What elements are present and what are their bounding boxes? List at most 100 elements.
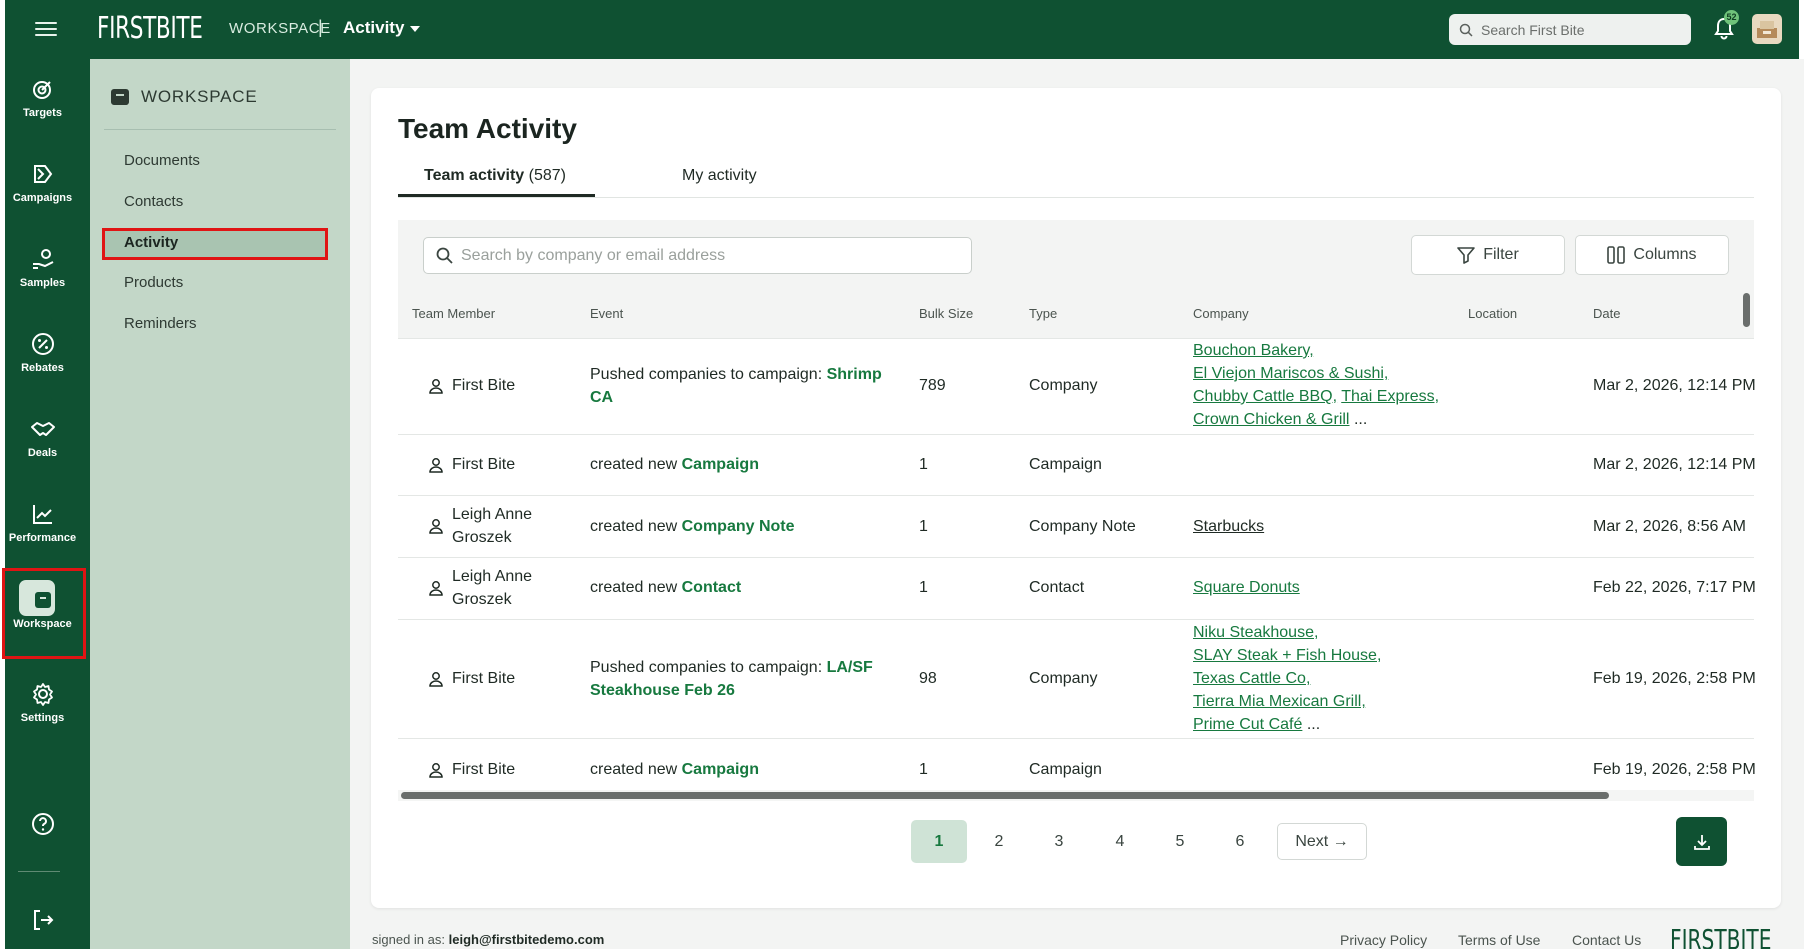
nav-deals-label: Deals bbox=[27, 447, 58, 459]
global-search-input[interactable] bbox=[1481, 21, 1681, 38]
menu-icon[interactable] bbox=[35, 18, 57, 40]
columns-button[interactable]: Columns bbox=[1575, 235, 1729, 275]
row-divider bbox=[398, 738, 1754, 739]
event-link[interactable]: Contact bbox=[682, 579, 742, 596]
help-button[interactable] bbox=[0, 810, 85, 838]
nav-targets[interactable]: Targets bbox=[0, 75, 85, 119]
page-button-3[interactable]: 3 bbox=[1031, 820, 1087, 863]
nav-rebates-label: Rebates bbox=[21, 362, 64, 374]
sidebar-item-documents[interactable]: Documents bbox=[124, 152, 200, 169]
download-button[interactable] bbox=[1676, 817, 1727, 866]
nav-campaigns-label: Campaigns bbox=[12, 192, 73, 204]
app-logo[interactable]: FIRSTBITE bbox=[97, 11, 203, 46]
event-text: created new Company Note bbox=[590, 515, 795, 538]
page-button-1[interactable]: 1 bbox=[911, 820, 967, 863]
company-link[interactable]: Prime Cut Café bbox=[1193, 716, 1302, 733]
type: Company bbox=[1029, 670, 1098, 687]
company-link[interactable]: SLAY Steak + Fish House, bbox=[1193, 647, 1381, 664]
columns-button-label: Columns bbox=[1633, 246, 1697, 263]
filter-button[interactable]: Filter bbox=[1411, 235, 1565, 275]
bulk-size: 98 bbox=[919, 670, 937, 687]
nav-performance[interactable]: Performance bbox=[0, 500, 85, 544]
company-link[interactable]: El Viejon Mariscos & Sushi, bbox=[1193, 365, 1388, 382]
profile-image-icon bbox=[1757, 21, 1777, 38]
filter-button-label: Filter bbox=[1483, 246, 1519, 263]
company-link[interactable]: Thai Express, bbox=[1341, 388, 1439, 405]
column-header-location[interactable]: Location bbox=[1468, 306, 1517, 321]
vertical-scrollbar[interactable] bbox=[1743, 293, 1750, 327]
activity-card bbox=[371, 88, 1781, 908]
event-link[interactable]: Company Note bbox=[682, 518, 795, 535]
table-row-member: Leigh Anne Groszek bbox=[428, 565, 552, 611]
event-text: created new Contact bbox=[590, 576, 741, 599]
company-link[interactable]: Niku Steakhouse, bbox=[1193, 624, 1318, 641]
column-header-bulk-size[interactable]: Bulk Size bbox=[919, 306, 973, 321]
logout-button[interactable] bbox=[0, 906, 85, 934]
type: Company Note bbox=[1029, 518, 1136, 535]
column-header-company[interactable]: Company bbox=[1193, 306, 1249, 321]
nav-settings[interactable]: Settings bbox=[0, 680, 85, 724]
global-search[interactable] bbox=[1449, 14, 1691, 45]
column-header-type[interactable]: Type bbox=[1029, 306, 1057, 321]
row-divider bbox=[398, 619, 1754, 620]
column-header-date[interactable]: Date bbox=[1593, 306, 1620, 321]
user-icon bbox=[429, 378, 443, 394]
page-button-5[interactable]: 5 bbox=[1152, 820, 1208, 863]
more-ellipsis: ... bbox=[1306, 716, 1321, 733]
nav-rebates[interactable]: Rebates bbox=[0, 330, 85, 374]
bulk-size: 789 bbox=[919, 377, 946, 394]
trend-chart-icon bbox=[32, 505, 52, 524]
row-divider bbox=[398, 557, 1754, 558]
company-link[interactable]: Texas Cattle Co, bbox=[1193, 670, 1310, 687]
column-header-event[interactable]: Event bbox=[590, 306, 623, 321]
samples-hand-icon bbox=[32, 249, 53, 269]
page-button-4[interactable]: 4 bbox=[1092, 820, 1148, 863]
company-list: Bouchon Bakery, El Viejon Mariscos & Sus… bbox=[1193, 339, 1463, 431]
event-description: created new bbox=[590, 579, 678, 596]
tab-team-activity[interactable]: Team activity (587) bbox=[424, 167, 566, 185]
event-text: created new Campaign bbox=[590, 453, 759, 476]
page-button-2[interactable]: 2 bbox=[971, 820, 1027, 863]
member-name: First Bite bbox=[452, 761, 516, 778]
terms-of-use-link[interactable]: Terms of Use bbox=[1458, 932, 1540, 948]
signed-in-info: signed in as: leigh@firstbitedemo.com bbox=[372, 932, 604, 947]
bulk-size: 1 bbox=[919, 518, 928, 535]
nav-deals[interactable]: Deals bbox=[0, 415, 85, 459]
company-link[interactable]: Bouchon Bakery, bbox=[1193, 342, 1314, 359]
view-dropdown[interactable]: Activity bbox=[343, 18, 421, 38]
avatar[interactable] bbox=[1752, 14, 1782, 44]
event-text: Pushed companies to campaign: LA/SF Stea… bbox=[590, 656, 890, 702]
privacy-policy-link[interactable]: Privacy Policy bbox=[1340, 932, 1427, 948]
horizontal-scrollbar[interactable] bbox=[401, 792, 1609, 799]
row-divider bbox=[398, 434, 1754, 435]
table-row-member: First Bite bbox=[428, 374, 515, 397]
activity-search-input[interactable] bbox=[461, 246, 951, 265]
sidebar-item-reminders[interactable]: Reminders bbox=[124, 315, 197, 332]
nav-campaigns[interactable]: Campaigns bbox=[0, 160, 85, 204]
table-row-member: First Bite bbox=[428, 667, 515, 690]
tab-my-activity[interactable]: My activity bbox=[682, 167, 757, 185]
company-link[interactable]: Square Donuts bbox=[1193, 579, 1300, 596]
tab-team-activity-count: (587) bbox=[528, 167, 567, 184]
gear-icon bbox=[32, 683, 53, 706]
bulk-size: 1 bbox=[919, 761, 928, 778]
page-title: Team Activity bbox=[398, 113, 577, 144]
event-link[interactable]: Campaign bbox=[682, 456, 759, 473]
date: Feb 19, 2026, 2:58 PM bbox=[1593, 761, 1756, 778]
sidebar-item-products[interactable]: Products bbox=[124, 274, 183, 291]
column-header-team-member[interactable]: Team Member bbox=[412, 306, 495, 321]
company-link[interactable]: Chubby Cattle BBQ, bbox=[1193, 388, 1337, 405]
company-list: Niku Steakhouse, SLAY Steak + Fish House… bbox=[1193, 621, 1463, 736]
company-link[interactable]: Tierra Mia Mexican Grill, bbox=[1193, 693, 1366, 710]
company-link[interactable]: Starbucks bbox=[1193, 518, 1264, 535]
next-page-button[interactable]: Next → bbox=[1277, 823, 1367, 860]
page-button-6[interactable]: 6 bbox=[1212, 820, 1268, 863]
user-icon bbox=[429, 457, 443, 473]
company-link[interactable]: Crown Chicken & Grill bbox=[1193, 411, 1349, 428]
sidebar-item-contacts[interactable]: Contacts bbox=[124, 193, 183, 210]
download-icon bbox=[1693, 834, 1710, 850]
nav-samples[interactable]: Samples bbox=[0, 245, 85, 289]
event-link[interactable]: Campaign bbox=[682, 761, 759, 778]
activity-search[interactable] bbox=[423, 237, 972, 274]
contact-us-link[interactable]: Contact Us bbox=[1572, 932, 1641, 948]
